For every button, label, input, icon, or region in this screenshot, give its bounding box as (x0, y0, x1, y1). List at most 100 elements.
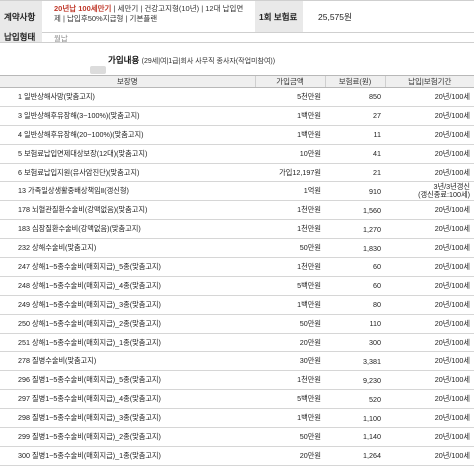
premium-cell: 9,230 (325, 370, 385, 391)
header-premium: 보험료(원) (324, 75, 385, 88)
premium-value: 25,575원 (318, 11, 352, 22)
amount-cell: 1천만원 (255, 200, 325, 221)
table-row: 5 보험료납입면제대상보장(12대)(맞춤고지) 10만원 41 20년/100세 (0, 144, 474, 164)
period-cell: 20년/100세 (385, 106, 474, 126)
amount-cell: 50만원 (255, 427, 325, 447)
coverage-title-main: 가입내용 (108, 55, 140, 65)
coverage-name-cell: 250 상해1~5종수술비(매회지급)_2종(맞춤고지) (0, 314, 255, 334)
premium-cell: 21 (325, 163, 385, 183)
period-cell: 20년/100세 (385, 314, 474, 334)
period-cell: 20년/100세 (385, 200, 474, 221)
coverage-name-cell: 13 가족일상생활중배상책임Ⅱ(갱신형) (0, 181, 255, 202)
period-cell: 20년/100세 (385, 427, 474, 447)
table-row: 6 보험료납입지원(유사암진단)(맞춤고지) 가입12,197원 21 20년/100… (0, 163, 474, 183)
contract-period: 20년납 100세만기 | 세만기 | 건강고지형(10년) | 12대 납입면… (54, 4, 244, 24)
table-row: 232 상해수술비(맞춤고지) 50만원 1,830 20년/100세 (0, 238, 474, 259)
amount-cell: 1억원 (255, 181, 325, 202)
status-value: 월납 (54, 34, 68, 43)
period-cell: 20년/100세 (385, 333, 474, 353)
period-cell: 20년/100세 (385, 446, 474, 466)
period-cell: 20년/100세 (385, 257, 474, 277)
amount-cell: 가입12,197원 (255, 163, 325, 183)
coverage-name-cell: 248 상해1~5종수술비(매회지급)_4종(맞춤고지) (0, 276, 255, 296)
coverage-name-cell: 296 질병1~5종수술비(매회지급)_5종(맞춤고지) (0, 370, 255, 391)
coverage-body: 1 일반상해사망(맞춤고지) 5천만원 850 20년/100세 3 일반상해후유장해(… (0, 87, 474, 466)
contract-label: 계약사항 (0, 1, 42, 32)
premium-cell: 60 (325, 276, 385, 296)
period-cell: 20년/100세 (385, 370, 474, 391)
amount-cell: 1천만원 (255, 257, 325, 277)
coverage-name-cell: 183 심장질환수술비(강맥없음)(맞춤고지) (0, 219, 255, 240)
coverage-name-cell: 278 질병수술비(맞춤고지) (0, 351, 255, 372)
table-row: 3 일반상해후유장해(3~100%)(맞춤고지) 1백만원 27 20년/100세 (0, 106, 474, 126)
header-amount: 가입금액 (254, 75, 325, 88)
coverage-name-cell: 1 일반상해사망(맞춤고지) (0, 87, 255, 107)
premium-cell: 80 (325, 295, 385, 315)
period-cell: 3년/3년갱신 (갱신종료:100세) (385, 181, 474, 202)
premium-label: 1회 보험료 (255, 1, 303, 32)
coverage-table: 보장명 가입금액 보험료(원) 납입|보험기간 1 일반상해사망(맞춤고지) 5천… (0, 75, 474, 466)
amount-cell: 1천만원 (255, 370, 325, 391)
table-row: 297 질병1~5종수술비(매회지급)_4종(맞춤고지) 5백만원 520 20년/1… (0, 389, 474, 410)
header-period: 납입|보험기간 (384, 75, 474, 88)
amount-cell: 20만원 (255, 333, 325, 353)
status-row: 납입형태 월납 (0, 32, 474, 43)
amount-cell: 5백만원 (255, 389, 325, 410)
premium-cell: 1,560 (325, 200, 385, 221)
premium-cell: 3,381 (325, 351, 385, 372)
table-row: 178 뇌혈관질환수술비(강맥없음)(맞춤고지) 1천만원 1,560 20년/100… (0, 200, 474, 221)
coverage-name-cell: 299 질병1~5종수술비(매회지급)_2종(맞춤고지) (0, 427, 255, 447)
coverage-name-cell: 178 뇌혈관질환수술비(강맥없음)(맞춤고지) (0, 200, 255, 221)
period-cell: 20년/100세 (385, 238, 474, 259)
contract-row: 계약사항 20년납 100세만기 | 세만기 | 건강고지형(10년) | 12… (0, 0, 474, 33)
table-row: 248 상해1~5종수술비(매회지급)_4종(맞춤고지) 5백만원 60 20년/10… (0, 276, 474, 296)
amount-cell: 5백만원 (255, 276, 325, 296)
table-row: 299 질병1~5종수술비(매회지급)_2종(맞춤고지) 50만원 1,140 20년… (0, 427, 474, 447)
premium-cell: 41 (325, 144, 385, 164)
coverage-name-cell: 247 상해1~5종수술비(매회지급)_5종(맞춤고지) (0, 257, 255, 277)
table-row: 249 상해1~5종수술비(매회지급)_3종(맞춤고지) 1백만원 80 20년/10… (0, 295, 474, 315)
amount-cell: 1천만원 (255, 219, 325, 240)
period-cell: 20년/100세 (385, 389, 474, 410)
coverage-name-cell: 5 보험료납입면제대상보장(12대)(맞춤고지) (0, 144, 255, 164)
amount-cell: 1백만원 (255, 106, 325, 126)
table-row: 278 질병수술비(맞춤고지) 30만원 3,381 20년/100세 (0, 351, 474, 372)
period-cell: 20년/100세 (385, 144, 474, 164)
premium-cell: 11 (325, 125, 385, 145)
table-row: 251 상해1~5종수술비(매회지급)_1종(맞춤고지) 20만원 300 20년/1… (0, 333, 474, 353)
premium-cell: 27 (325, 106, 385, 126)
table-row: 4 일반상해후유장해(20~100%)(맞춤고지) 1백만원 11 20년/100세 (0, 125, 474, 145)
period-cell: 20년/100세 (385, 295, 474, 315)
coverage-name-cell: 3 일반상해후유장해(3~100%)(맞춤고지) (0, 106, 255, 126)
coverage-name-cell: 6 보험료납입지원(유사암진단)(맞춤고지) (0, 163, 255, 183)
coverage-title: 가입내용 (29세|여|1급|회사 사무직 종사자(작업미참여)) (108, 54, 275, 66)
table-row: 300 질병1~5종수술비(매회지급)_1종(맞춤고지) 20만원 1,264 20년… (0, 446, 474, 466)
coverage-name-cell: 4 일반상해후유장해(20~100%)(맞춤고지) (0, 125, 255, 145)
contract-period-highlight: 20년납 100세만기 (54, 4, 112, 13)
premium-cell: 1,270 (325, 219, 385, 240)
table-row: 1 일반상해사망(맞춤고지) 5천만원 850 20년/100세 (0, 87, 474, 107)
period-cell: 20년/100세 (385, 87, 474, 107)
amount-cell: 10만원 (255, 144, 325, 164)
redacted-block (90, 66, 106, 74)
coverage-name-cell: 249 상해1~5종수술비(매회지급)_3종(맞춤고지) (0, 295, 255, 315)
table-row: 13 가족일상생활중배상책임Ⅱ(갱신형) 1억원 910 3년/3년갱신 (갱신종료:1… (0, 181, 474, 202)
header-coverage-name: 보장명 (0, 75, 255, 88)
coverage-name-cell: 232 상해수술비(맞춤고지) (0, 238, 255, 259)
table-row: 296 질병1~5종수술비(매회지급)_5종(맞춤고지) 1천만원 9,230 20년… (0, 370, 474, 391)
coverage-name-cell: 251 상해1~5종수술비(매회지급)_1종(맞춤고지) (0, 333, 255, 353)
premium-cell: 850 (325, 87, 385, 107)
period-cell: 20년/100세 (385, 219, 474, 240)
status-label: 납입형태 (0, 32, 42, 42)
premium-cell: 110 (325, 314, 385, 334)
premium-cell: 300 (325, 333, 385, 353)
amount-cell: 30만원 (255, 351, 325, 372)
coverage-name-cell: 300 질병1~5종수술비(매회지급)_1종(맞춤고지) (0, 446, 255, 466)
table-row: 250 상해1~5종수술비(매회지급)_2종(맞춤고지) 50만원 110 20년/1… (0, 314, 474, 334)
premium-cell: 910 (325, 181, 385, 202)
amount-cell: 50만원 (255, 314, 325, 334)
coverage-name-cell: 297 질병1~5종수술비(매회지급)_4종(맞춤고지) (0, 389, 255, 410)
coverage-header-row: 보장명 가입금액 보험료(원) 납입|보험기간 (0, 75, 474, 88)
premium-cell: 60 (325, 257, 385, 277)
period-cell: 20년/100세 (385, 276, 474, 296)
